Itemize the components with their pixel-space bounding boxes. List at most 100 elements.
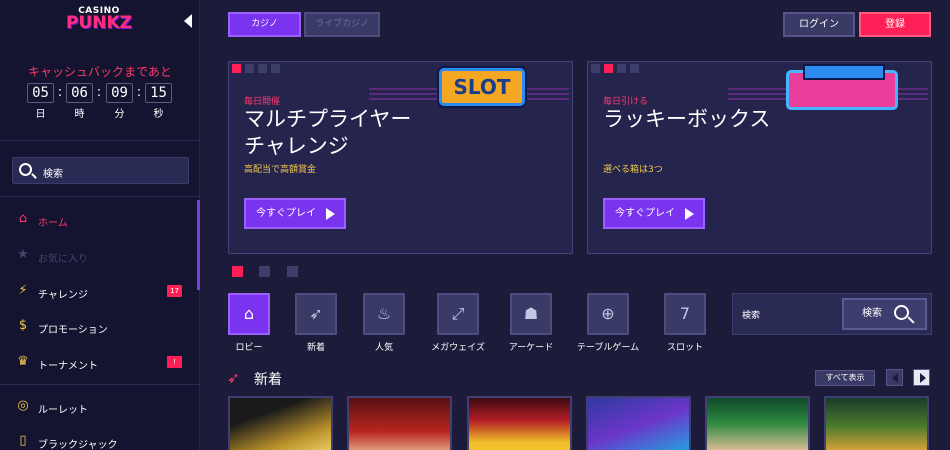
challenge-count-badge: 17 [167,285,182,297]
category-arcade-button[interactable]: ☗ [510,293,552,335]
category-label: アーケード [508,343,554,353]
timer-colon: : [57,85,63,100]
tab-casino[interactable]: カジノ [228,12,301,37]
chevron-right-icon [920,373,926,383]
category-slots-button[interactable]: 7 [664,293,706,335]
sidebar-item-favorites[interactable]: ★ お気に入り [0,244,200,268]
window-dot [258,64,267,73]
tab-live-casino[interactable]: ライブカジノ [304,12,380,37]
sidebar-search-input[interactable]: 検索 [12,157,189,184]
timer-days: 05 [27,83,54,103]
home-icon: ⌂ [243,304,255,323]
game-search-input[interactable]: 検索 検索 [732,293,932,335]
seven-icon: 7 [679,304,691,323]
carousel-dot-active[interactable] [232,266,243,277]
timer-colon: : [96,85,102,100]
game-thumbnail[interactable] [705,396,810,450]
category-popular-button[interactable]: ♨ [363,293,405,335]
game-thumbnail[interactable] [586,396,691,450]
carousel-dot[interactable] [287,266,298,277]
prev-arrow-button[interactable] [886,369,903,386]
category-table-games-button[interactable]: ⊕ [587,293,629,335]
login-button[interactable]: ログイン [783,12,855,37]
sidebar-item-label: ルーレット [38,405,88,416]
register-button[interactable]: 登録 [859,12,931,37]
window-dot [591,64,600,73]
category-label: ロビー [235,343,263,353]
sidebar-item-home[interactable]: ⌂ ホーム [0,208,200,232]
search-icon [19,163,32,176]
category-label: メガウェイズ [431,343,485,353]
star-icon: ★ [17,247,29,262]
window-dot [630,64,639,73]
category-new-button[interactable]: ➶ [295,293,337,335]
chevron-left-icon [892,373,898,383]
search-button-label: 検索 [862,308,882,319]
category-label: テーブルゲーム [576,343,640,353]
sidebar-item-label: トーナメント [38,361,98,372]
show-all-button[interactable]: すべて表示 [815,370,875,386]
slot-sign-image: SLOT [439,68,525,106]
timer-colon: : [136,85,142,100]
play-now-button[interactable]: 今すぐプレイ [244,198,346,229]
carousel-dot[interactable] [259,266,270,277]
sidebar-item-promotions[interactable]: $ プロモーション [0,315,200,339]
timer-minutes-label: 分 [114,109,125,120]
timer-hours: 06 [66,83,93,103]
sidebar-item-label: ブラックジャック [38,440,118,450]
timer-days-label: 日 [35,109,46,120]
casino-punkz-logo[interactable]: CASINO PUNKZ [62,6,136,32]
search-button[interactable]: 検索 [842,298,927,330]
window-dot [617,64,626,73]
new-section-title: 新着 [254,372,282,388]
category-label: スロット [666,343,703,353]
window-dot [245,64,254,73]
game-thumbnail[interactable] [824,396,929,450]
search-icon [894,305,909,320]
play-now-button[interactable]: 今すぐプレイ [603,198,705,229]
sidebar-item-blackjack[interactable]: ▯ ブラックジャック [0,430,200,450]
sidebar-item-label: チャレンジ [38,290,88,301]
game-thumbnail[interactable] [347,396,452,450]
play-icon [685,208,694,220]
rocket-icon: ➶ [227,369,240,387]
sidebar-item-label: プロモーション [38,325,108,336]
collapse-sidebar-icon[interactable] [184,14,192,28]
sidebar-item-roulette[interactable]: ◎ ルーレット [0,395,200,419]
window-dot [271,64,280,73]
promo-description: 選べる箱は3つ [603,165,663,175]
category-lobby-button[interactable]: ⌂ [228,293,270,335]
timer-minutes: 09 [106,83,133,103]
sidebar-item-challenge[interactable]: ⚡ チャレンジ 17 [0,280,200,304]
dollar-icon: $ [18,318,28,333]
game-thumbnail[interactable] [228,396,333,450]
sidebar: CASINO PUNKZ キャッシュバックまであと 05 : 06 : 09 :… [0,0,200,450]
timer-seconds-label: 秒 [153,109,164,120]
sidebar-scrollbar[interactable] [197,200,200,290]
sidebar-search-placeholder: 検索 [43,169,63,180]
expand-icon: ⤢ [451,304,465,323]
chip-icon: ⊕ [601,304,615,323]
category-megaways-button[interactable]: ⤢ [437,293,479,335]
game-thumbnail[interactable] [467,396,572,450]
play-now-label: 今すぐプレイ [615,208,675,219]
trophy-icon: ♛ [17,354,29,369]
divider [0,140,200,141]
search-placeholder: 検索 [742,311,761,321]
promo-card-multiplier: SLOT 毎日開催 マルチプライヤーチャレンジ 高配当で高額賞金 今すぐプレイ [228,61,573,254]
promo-card-lucky-box: 毎日引ける ラッキーボックス 選べる箱は3つ 今すぐプレイ [587,61,932,254]
category-label: 人気 [374,343,393,353]
next-arrow-button[interactable] [913,369,930,386]
timer-seconds: 15 [145,83,172,103]
timer-hours-label: 時 [74,109,85,120]
divider [0,384,200,385]
sidebar-item-tournaments[interactable]: ♛ トーナメント ! [0,351,200,375]
home-icon: ⌂ [18,211,28,226]
invader-icon: ☗ [523,304,539,323]
fire-icon: ♨ [376,304,392,323]
play-icon [326,208,335,220]
rocket-icon: ➶ [309,304,323,323]
cashback-timer: 05 : 06 : 09 : 15 日 時 分 秒 [24,83,176,120]
promo-title: ラッキーボックス [603,107,771,131]
window-dot [604,64,613,73]
